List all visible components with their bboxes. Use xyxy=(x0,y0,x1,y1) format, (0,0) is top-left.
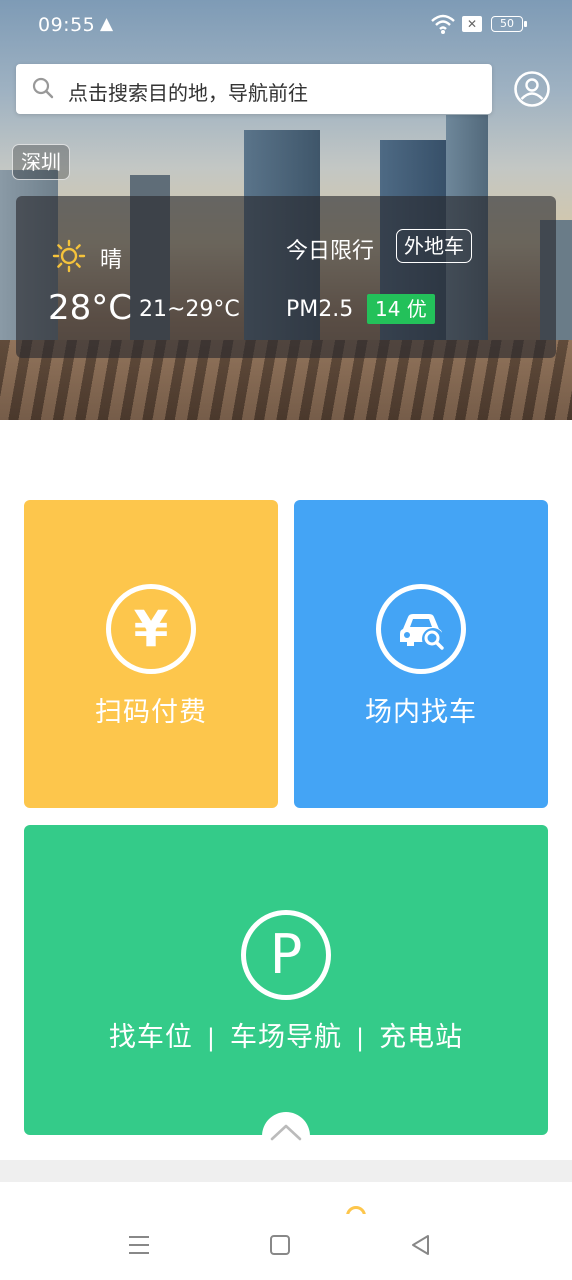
chevron-up-icon xyxy=(270,1124,302,1141)
car-icon xyxy=(400,614,444,650)
clock: 09:55 xyxy=(38,14,96,36)
status-bar: 09:55 ▲ ✕ 50 xyxy=(0,0,572,50)
find-spot-link[interactable]: 找车位 xyxy=(109,1022,193,1053)
system-navigation-bar xyxy=(0,1214,572,1280)
parking-tile[interactable]: P 找车位 | 车场导航 | 充电站 xyxy=(24,825,548,1135)
search-bar[interactable]: 点击搜索目的地，导航前往 xyxy=(16,64,492,114)
wifi-icon xyxy=(431,14,455,34)
pm25-label: PM2.5 xyxy=(286,297,354,322)
parking-links: 找车位 | 车场导航 | 充电站 xyxy=(24,1015,548,1054)
battery-icon: 50 xyxy=(491,16,527,32)
back-icon[interactable] xyxy=(408,1232,434,1258)
collapse-button[interactable] xyxy=(262,1112,310,1160)
divider xyxy=(0,1160,572,1182)
sunny-icon xyxy=(52,239,86,273)
scan-pay-label: 扫码付费 xyxy=(95,697,207,728)
scan-pay-tile[interactable]: ¥ 扫码付费 xyxy=(24,500,278,808)
separator: | xyxy=(206,1024,216,1052)
search-icon xyxy=(32,77,54,99)
tab-indicator-icon xyxy=(346,1206,366,1214)
home-icon[interactable] xyxy=(267,1232,293,1258)
restriction-label: 今日限行 xyxy=(286,239,375,264)
find-car-tile[interactable]: 场内找车 xyxy=(294,500,548,808)
weather-condition: 晴 xyxy=(100,248,123,273)
separator: | xyxy=(356,1024,366,1052)
search-placeholder: 点击搜索目的地，导航前往 xyxy=(68,81,308,105)
temperature-range: 21~29°C xyxy=(139,297,240,322)
menu-icon[interactable] xyxy=(126,1232,152,1258)
profile-icon[interactable] xyxy=(513,70,551,108)
city-selector[interactable]: 深圳 xyxy=(12,144,70,180)
yen-icon: ¥ xyxy=(106,584,196,674)
current-temperature: 28°C xyxy=(48,288,133,328)
warning-triangle-icon: ▲ xyxy=(100,14,114,34)
car-search-icon xyxy=(376,584,466,674)
no-sim-icon: ✕ xyxy=(462,16,482,32)
find-car-label: 场内找车 xyxy=(365,697,477,728)
parking-icon: P xyxy=(241,910,331,1000)
weather-card: 晴 28°C 21~29°C 今日限行 外地车 PM2.5 14 优 xyxy=(16,196,556,358)
charging-station-link[interactable]: 充电站 xyxy=(379,1022,463,1053)
restriction-badge: 外地车 xyxy=(396,229,472,263)
aqi-badge: 14 优 xyxy=(367,294,435,324)
hero-banner: 09:55 ▲ ✕ 50 点击搜索目的地，导航前往 深圳 晴 28°C 21~2… xyxy=(0,0,572,420)
lot-navigation-link[interactable]: 车场导航 xyxy=(230,1022,342,1053)
